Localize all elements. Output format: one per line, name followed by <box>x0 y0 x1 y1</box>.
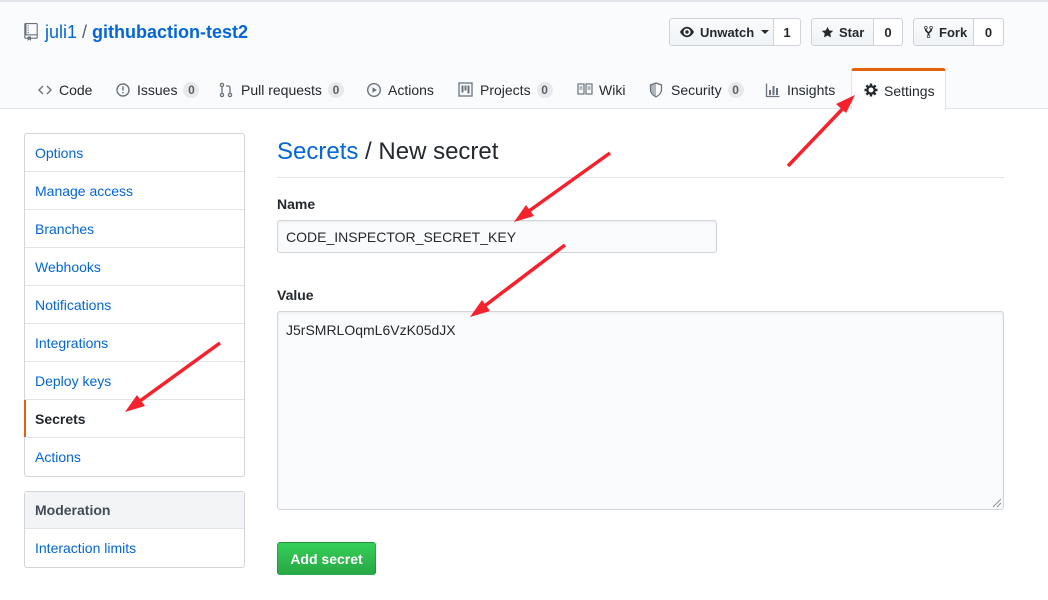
star-icon <box>821 26 834 39</box>
star-group: Star 0 <box>811 18 903 46</box>
tab-issues[interactable]: Issues 0 <box>115 70 200 109</box>
book-icon <box>577 82 593 98</box>
repo-title: juli1 / githubaction-test2 <box>24 20 248 44</box>
stars-count[interactable]: 0 <box>874 18 903 46</box>
breadcrumb-secrets-link[interactable]: Secrets <box>277 138 358 165</box>
watchers-count[interactable]: 1 <box>774 18 801 46</box>
arrow-to-value-field <box>470 243 567 317</box>
tab-projects-label: Projects <box>480 81 531 98</box>
repo-owner-link[interactable]: juli1 <box>45 22 77 43</box>
tab-insights[interactable]: Insights <box>765 70 835 109</box>
tab-actions[interactable]: Actions <box>366 70 434 109</box>
git-pull-request-icon <box>219 82 235 98</box>
moderation-menu: Moderation Interaction limits <box>24 491 245 568</box>
tab-pull-requests-label: Pull requests <box>241 81 322 98</box>
unwatch-label: Unwatch <box>700 24 755 40</box>
secret-value-textarea[interactable]: J5rSMRLOqmL6VzK05dJX <box>277 311 1004 510</box>
issue-opened-icon <box>115 82 131 98</box>
project-icon <box>458 81 474 98</box>
subhead: Secrets / New secret <box>277 138 1004 178</box>
repo-header: juli1 / githubaction-test2 Unwatch 1 Sta… <box>0 0 1048 110</box>
resize-grip-icon[interactable] <box>990 496 1002 508</box>
tab-code-label: Code <box>59 81 93 98</box>
code-icon <box>37 82 53 98</box>
fork-group: Fork 0 <box>913 18 1004 46</box>
repo-icon <box>24 23 38 41</box>
sidebar-item-integrations[interactable]: Integrations <box>25 324 244 362</box>
breadcrumb-separator: / <box>358 138 379 165</box>
repo-path-separator: / <box>82 21 88 42</box>
name-field-label: Name <box>277 196 316 212</box>
moderation-heading: Moderation <box>25 492 244 529</box>
sidebar-item-notifications[interactable]: Notifications <box>25 286 244 324</box>
tab-wiki[interactable]: Wiki <box>577 70 625 109</box>
security-counter: 0 <box>727 81 744 98</box>
repo-name-link[interactable]: githubaction-test2 <box>92 22 248 43</box>
tab-settings-label: Settings <box>884 82 935 99</box>
tab-pull-requests[interactable]: Pull requests 0 <box>219 70 344 109</box>
tab-code[interactable]: Code <box>37 70 92 109</box>
fork-icon <box>923 25 934 39</box>
eye-icon <box>679 25 695 39</box>
settings-sidebar-menu: Options Manage access Branches Webhooks … <box>24 133 245 477</box>
fork-label: Fork <box>939 24 968 40</box>
sidebar-item-manage-access[interactable]: Manage access <box>25 172 244 210</box>
play-icon <box>366 82 382 98</box>
tab-issues-label: Issues <box>137 81 178 98</box>
shield-icon <box>649 81 665 98</box>
tab-security-label: Security <box>671 81 722 98</box>
star-button[interactable]: Star <box>811 18 874 46</box>
value-field-label: Value <box>277 287 314 303</box>
add-secret-button[interactable]: Add secret <box>277 542 376 575</box>
page-title: Secrets / New secret <box>277 138 498 166</box>
sidebar-item-webhooks[interactable]: Webhooks <box>25 248 244 286</box>
sidebar-item-deploy-keys[interactable]: Deploy keys <box>25 362 244 400</box>
graph-icon <box>765 82 781 98</box>
tab-actions-label: Actions <box>388 81 434 98</box>
sidebar-item-branches[interactable]: Branches <box>25 210 244 248</box>
sidebar-item-secrets[interactable]: Secrets <box>24 400 244 438</box>
tab-security[interactable]: Security 0 <box>649 70 744 109</box>
tab-projects[interactable]: Projects 0 <box>458 70 553 109</box>
projects-counter: 0 <box>536 81 553 98</box>
forks-count[interactable]: 0 <box>974 18 1004 46</box>
top-divider <box>0 0 1048 2</box>
unwatch-button[interactable]: Unwatch <box>669 18 774 46</box>
watch-group: Unwatch 1 <box>669 18 801 46</box>
sidebar-item-actions[interactable]: Actions <box>25 438 244 476</box>
tab-wiki-label: Wiki <box>599 81 626 98</box>
tab-insights-label: Insights <box>787 81 836 98</box>
issues-counter: 0 <box>183 81 200 98</box>
fork-button[interactable]: Fork <box>913 18 974 46</box>
secret-name-input[interactable] <box>277 220 717 253</box>
chevron-down-icon <box>761 30 770 34</box>
sidebar-item-interaction-limits[interactable]: Interaction limits <box>25 529 244 567</box>
page-title-text: New secret <box>378 138 499 165</box>
gear-icon <box>864 83 878 99</box>
pull-requests-counter: 0 <box>327 81 344 98</box>
sidebar-item-options[interactable]: Options <box>25 134 244 172</box>
tab-settings[interactable]: Settings <box>851 68 946 110</box>
star-label: Star <box>839 24 865 40</box>
